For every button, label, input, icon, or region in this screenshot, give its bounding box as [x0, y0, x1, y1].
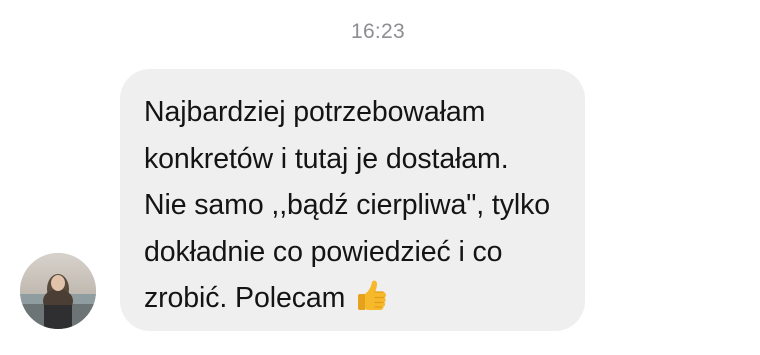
message-line-5: zrobić. Polecam	[144, 275, 567, 322]
message-line-2: konkretów i tutaj je dostałam.	[144, 142, 509, 175]
message-line-3: Nie samo ,,bądź cierpliwa", tylko	[144, 189, 550, 221]
message-bubble[interactable]: Najbardziej potrzebowałam konkretów i tu…	[120, 69, 585, 331]
chat-view: 16:23 Najbardziej potrzebowałam konkretó…	[0, 0, 760, 355]
thumbs-up-icon	[353, 278, 389, 314]
avatar[interactable]	[20, 253, 96, 329]
message-line-1: Najbardziej potrzebowałam	[144, 96, 486, 128]
message-timestamp: 16:23	[350, 20, 406, 43]
message-line-4: dokładnie co powiedzieć i co	[144, 235, 503, 268]
message-line-5-text: zrobić. Polecam	[144, 282, 346, 314]
